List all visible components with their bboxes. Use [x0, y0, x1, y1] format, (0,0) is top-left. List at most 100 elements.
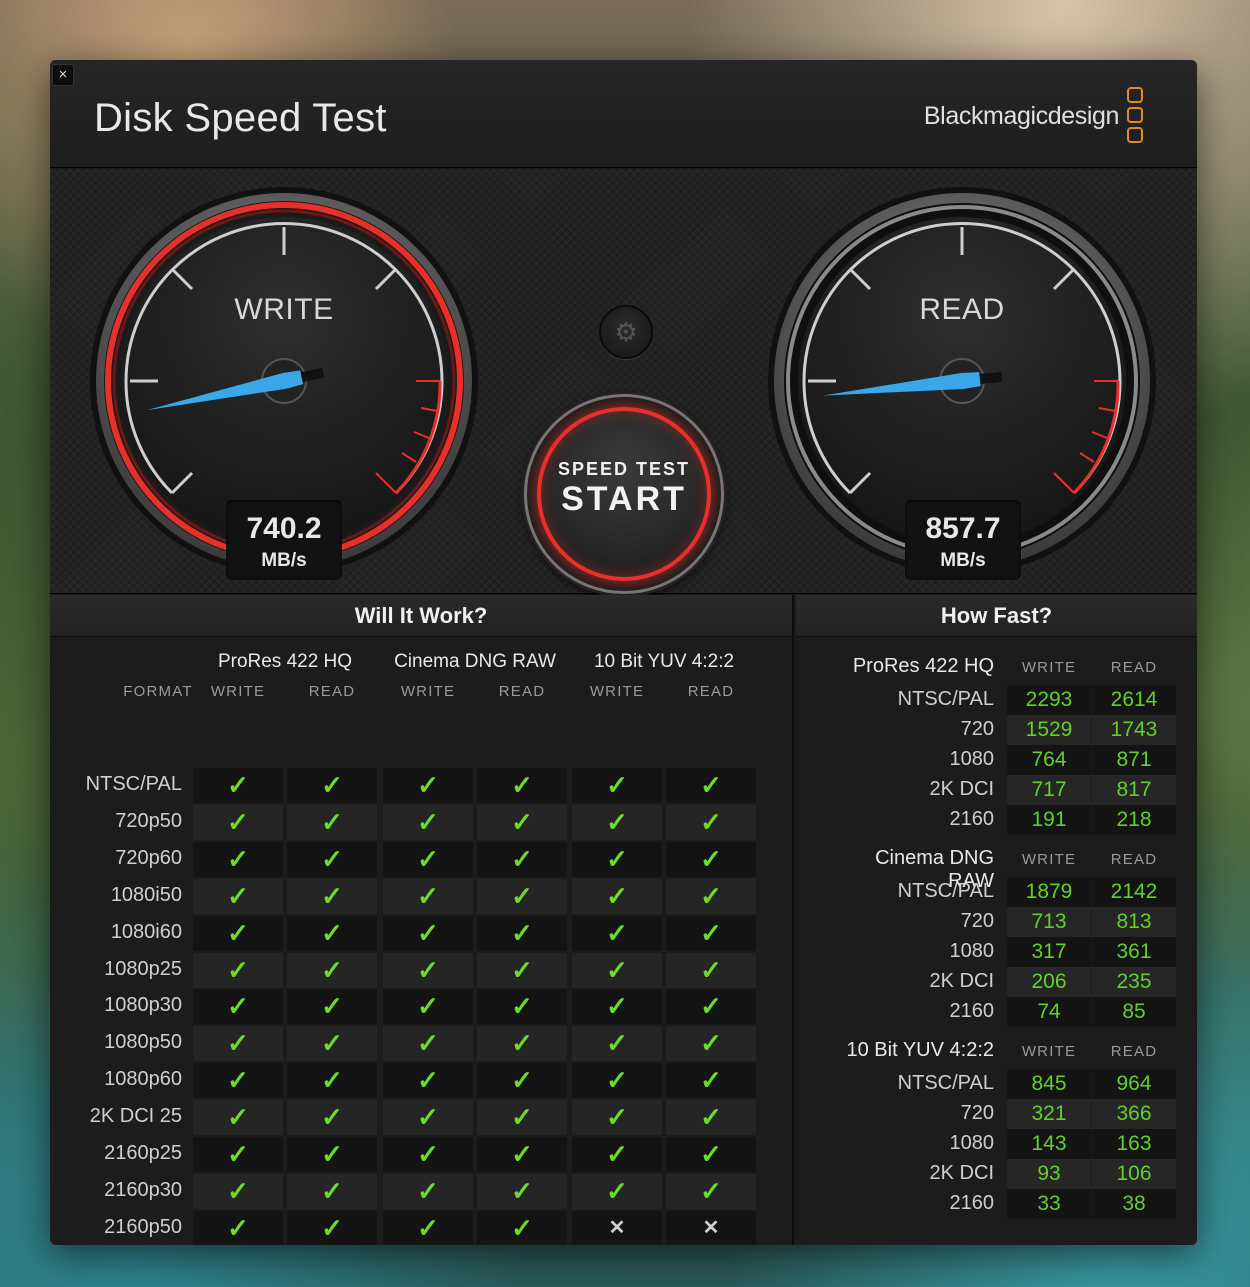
format-label: 1080p50: [104, 1031, 182, 1054]
check-icon: ✓: [477, 915, 567, 951]
check-icon: ✓: [383, 1210, 473, 1245]
write-fps-value: 1879: [1007, 877, 1091, 907]
check-icon: ✓: [666, 1100, 756, 1136]
check-icon: ✓: [287, 1100, 377, 1136]
check-icon: ✓: [666, 1026, 756, 1062]
check-icon: ✓: [193, 1137, 283, 1172]
check-icon: ✓: [666, 878, 756, 914]
read-fps-value: 813: [1092, 907, 1176, 937]
write-column-header: WRITE: [210, 683, 266, 700]
settings-button[interactable]: ⚙: [599, 305, 653, 359]
check-icon: ✓: [666, 915, 756, 951]
write-fps-value: 1529: [1007, 715, 1091, 745]
check-icon: ✓: [477, 1100, 567, 1136]
check-icon: ✓: [572, 1137, 662, 1172]
write-fps-value: 93: [1007, 1159, 1091, 1189]
read-column-header: READ: [1110, 659, 1158, 676]
write-fps-value: 143: [1007, 1129, 1091, 1159]
resolution-label: 2K DCI: [929, 1162, 994, 1184]
check-icon: ✓: [287, 1026, 377, 1062]
check-icon: ✓: [193, 878, 283, 914]
format-label: 1080i60: [110, 920, 182, 943]
read-fps-value: 871: [1092, 745, 1176, 775]
write-speed-unit: MB/s: [261, 550, 307, 571]
read-speed-value: 857.7: [925, 512, 1001, 545]
brand-logo-text: Blackmagicdesign: [923, 102, 1119, 130]
check-icon: ✓: [287, 841, 377, 877]
write-fps-value: 33: [1007, 1189, 1091, 1219]
resolution-label: 2160: [949, 1192, 995, 1214]
start-button-caption: SPEED TEST: [557, 459, 691, 479]
read-column-header: READ: [1110, 1043, 1158, 1060]
check-icon: ✓: [572, 1063, 662, 1099]
check-icon: ✓: [193, 1063, 283, 1099]
resolution-label: 1080: [949, 748, 995, 770]
check-icon: ✓: [287, 768, 377, 803]
check-icon: ✓: [477, 952, 567, 988]
check-icon: ✓: [287, 878, 377, 914]
resolution-label: NTSC/PAL: [897, 688, 994, 710]
how-fast-group-name: 10 Bit YUV 4:2:2: [846, 1039, 995, 1061]
resolution-label: NTSC/PAL: [897, 880, 994, 902]
format-label: 1080p25: [104, 957, 182, 980]
speed-test-start-button[interactable]: SPEED TEST START: [524, 394, 724, 594]
read-fps-value: 2614: [1092, 685, 1176, 715]
check-icon: ✓: [572, 915, 662, 951]
check-icon: ✓: [477, 1173, 567, 1209]
check-icon: ✓: [383, 1100, 473, 1136]
gauge-panel: WRITE 740.2 MB/s READ 857.7 MB/s ⚙ SPEED…: [50, 169, 1197, 594]
format-label: 2160p50: [104, 1215, 182, 1238]
check-icon: ✓: [193, 1210, 283, 1245]
read-fps-value: 85: [1092, 997, 1176, 1027]
check-icon: ✓: [383, 1026, 473, 1062]
check-icon: ✓: [383, 1063, 473, 1099]
resolution-label: 720: [960, 1102, 994, 1124]
check-icon: ✓: [193, 1026, 283, 1062]
check-icon: ✓: [193, 989, 283, 1025]
read-column-header: READ: [308, 683, 356, 700]
group-header: 10 Bit YUV 4:2:2: [593, 651, 735, 672]
check-icon: ✓: [572, 1100, 662, 1136]
write-fps-value: 206: [1007, 967, 1091, 997]
check-icon: ✓: [287, 1137, 377, 1172]
check-icon: ✓: [572, 1173, 662, 1209]
read-fps-value: 1743: [1092, 715, 1176, 745]
read-fps-value: 235: [1092, 967, 1176, 997]
check-icon: ✓: [477, 768, 567, 803]
gear-icon: ⚙: [614, 317, 638, 347]
check-icon: ✓: [287, 1063, 377, 1099]
resolution-label: 720: [960, 718, 994, 740]
read-speed-unit: MB/s: [940, 550, 986, 571]
check-icon: ✓: [287, 952, 377, 988]
write-column-header: WRITE: [400, 683, 456, 700]
check-icon: ✓: [477, 841, 567, 877]
check-icon: ✓: [383, 841, 473, 877]
read-fps-value: 106: [1092, 1159, 1176, 1189]
format-label: 2K DCI 25: [89, 1105, 182, 1128]
resolution-label: 2K DCI: [929, 970, 994, 992]
write-fps-value: 2293: [1007, 685, 1091, 715]
check-icon: ✓: [666, 1173, 756, 1209]
write-fps-value: 74: [1007, 997, 1091, 1027]
write-column-header: WRITE: [1021, 851, 1077, 868]
resolution-label: 1080: [949, 940, 995, 962]
check-icon: ✓: [477, 989, 567, 1025]
read-fps-value: 366: [1092, 1099, 1176, 1129]
read-fps-value: 2142: [1092, 877, 1176, 907]
check-icon: ✓: [477, 804, 567, 840]
read-readout: 857.7 MB/s: [905, 500, 1021, 580]
check-icon: ✓: [572, 841, 662, 877]
check-icon: ✓: [666, 768, 756, 803]
will-it-work-panel: Will It Work? FORMAT ProRes 422 HQ WRITE R…: [50, 595, 794, 1245]
group-header: ProRes 422 HQ: [217, 651, 353, 672]
check-icon: ✓: [383, 989, 473, 1025]
check-icon: ✓: [287, 1173, 377, 1209]
read-gauge-label: READ: [919, 293, 1005, 326]
close-button[interactable]: ×: [52, 64, 74, 86]
check-icon: ✓: [193, 1100, 283, 1136]
check-icon: ✓: [383, 1137, 473, 1172]
check-icon: ✓: [572, 878, 662, 914]
cross-icon: ✕: [572, 1210, 662, 1245]
check-icon: ✓: [193, 915, 283, 951]
read-column-header: READ: [687, 683, 735, 700]
